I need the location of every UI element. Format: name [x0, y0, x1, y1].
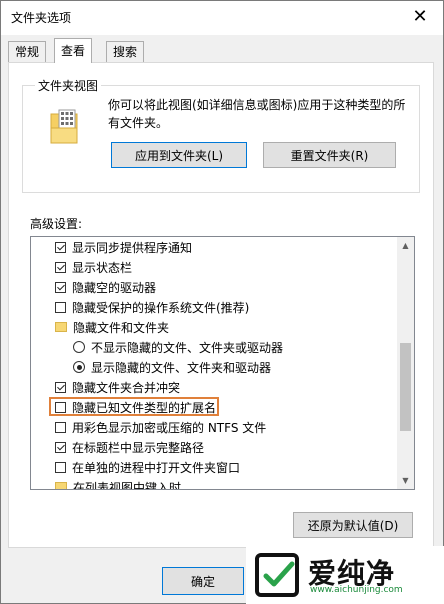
checkbox[interactable]	[55, 301, 66, 313]
list-item[interactable]: 用彩色显示加密或压缩的 NTFS 文件	[55, 417, 266, 437]
list-item-label: 隐藏空的驱动器	[72, 280, 157, 295]
list-item-label: 不显示隐藏的文件、文件夹或驱动器	[91, 340, 284, 355]
folder-icon	[55, 482, 67, 489]
list-group-header: 在列表视图中键入时	[55, 477, 182, 490]
checkbox[interactable]	[55, 401, 66, 413]
list-group-header: 隐藏文件和文件夹	[55, 317, 169, 337]
folder-views-description: 你可以将此视图(如详细信息或图标)应用于这种类型的所有文件夹。	[108, 98, 406, 130]
list-item-label: 在标题栏中显示完整路径	[72, 440, 205, 455]
list-item-label: 隐藏已知文件类型的扩展名	[72, 400, 217, 415]
list-item[interactable]: 在单独的进程中打开文件夹窗口	[55, 457, 240, 477]
close-icon[interactable]: ✕	[407, 5, 433, 29]
scrollbar-thumb[interactable]	[400, 343, 411, 431]
tab-view[interactable]: 查看	[54, 38, 93, 63]
advanced-settings-label: 高级设置:	[30, 217, 83, 231]
checkbox[interactable]	[55, 241, 66, 253]
list-item[interactable]: 显示状态栏	[55, 257, 132, 277]
list-item-label: 在单独的进程中打开文件夹窗口	[72, 460, 241, 475]
folder-views-legend: 文件夹视图	[35, 77, 102, 94]
radio-button[interactable]	[73, 361, 85, 373]
list-item-label: 用彩色显示加密或压缩的 NTFS 文件	[72, 420, 267, 435]
list-item[interactable]: 隐藏文件夹合并冲突	[55, 377, 180, 397]
apply-to-folders-button[interactable]: 应用到文件夹(L)	[111, 142, 247, 168]
list-item-label: 隐藏文件夹合并冲突	[72, 380, 181, 395]
watermark: 爱纯净 www.aichunjing.com	[246, 546, 444, 604]
watermark-url: www.aichunjing.com	[310, 585, 403, 595]
folder-icon	[55, 322, 67, 332]
list-item[interactable]: 不显示隐藏的文件、文件夹或驱动器	[73, 337, 283, 357]
title-bar: 文件夹选项 ✕	[1, 1, 443, 35]
restore-defaults-button[interactable]: 还原为默认值(D)	[293, 512, 413, 538]
checkbox[interactable]	[55, 281, 66, 293]
reset-folders-button[interactable]: 重置文件夹(R)	[263, 142, 396, 168]
list-item[interactable]: 隐藏已知文件类型的扩展名	[55, 397, 216, 417]
tab-general[interactable]: 常规	[8, 41, 47, 62]
list-item[interactable]: 显示同步提供程序通知	[55, 237, 192, 257]
list-item-label: 隐藏受保护的操作系统文件(推荐)	[72, 300, 250, 315]
folder-view-icon	[50, 109, 78, 144]
list-item-label: 显示隐藏的文件、文件夹和驱动器	[91, 360, 272, 375]
scroll-down-icon[interactable]: ▼	[397, 472, 414, 489]
list-item[interactable]: 在标题栏中显示完整路径	[55, 437, 204, 457]
checkbox[interactable]	[55, 381, 66, 393]
checkbox[interactable]	[55, 421, 66, 433]
list-item[interactable]: 隐藏受保护的操作系统文件(推荐)	[55, 297, 249, 317]
list-item-label: 显示同步提供程序通知	[72, 240, 193, 255]
checkbox[interactable]	[55, 441, 66, 453]
list-item-label: 隐藏文件和文件夹	[73, 320, 170, 335]
list-item[interactable]: 显示隐藏的文件、文件夹和驱动器	[73, 357, 271, 377]
radio-button[interactable]	[73, 341, 85, 353]
ok-button[interactable]: 确定	[162, 567, 244, 595]
aichunjing-logo-icon	[255, 553, 299, 597]
tab-search[interactable]: 搜索	[106, 41, 145, 62]
checkbox[interactable]	[55, 461, 66, 473]
scroll-up-icon[interactable]: ▲	[397, 237, 414, 254]
vertical-scrollbar[interactable]: ▲ ▼	[397, 237, 414, 489]
list-item-label: 在列表视图中键入时	[73, 480, 182, 490]
checkbox[interactable]	[55, 261, 66, 273]
list-item-label: 显示状态栏	[72, 260, 133, 275]
advanced-settings-list: 显示同步提供程序通知 显示状态栏 隐藏空的驱动器 隐藏受保护的操作系统文件(推荐…	[30, 236, 415, 490]
list-item[interactable]: 隐藏空的驱动器	[55, 277, 156, 297]
window-title: 文件夹选项	[11, 11, 72, 25]
